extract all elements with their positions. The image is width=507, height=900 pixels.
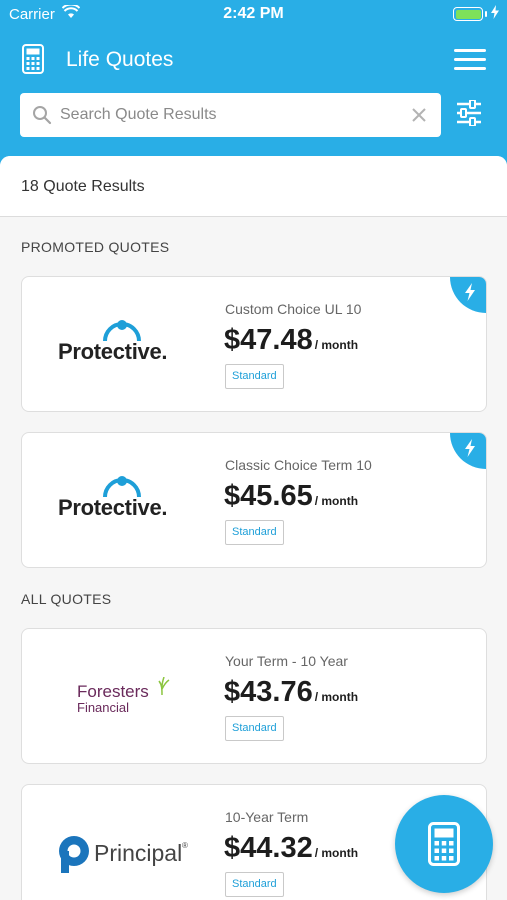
rating-badge: Standard bbox=[225, 716, 284, 741]
section-title-all: ALL QUOTES bbox=[21, 591, 112, 607]
lightning-icon bbox=[465, 439, 475, 457]
quote-card[interactable]: Foresters Financial Your Term - 10 Year … bbox=[21, 628, 487, 764]
rating-badge: Standard bbox=[225, 872, 284, 897]
foresters-logo: Foresters Financial bbox=[22, 629, 222, 763]
quote-card[interactable]: Protective. Custom Choice UL 10 $47.48/ … bbox=[21, 276, 487, 412]
hamburger-menu-icon[interactable] bbox=[454, 49, 486, 71]
calculator-icon[interactable] bbox=[22, 44, 44, 79]
registered-mark: ® bbox=[182, 841, 188, 850]
monthly-price: $45.65 bbox=[224, 480, 313, 512]
principal-logo: Principal ® bbox=[22, 785, 222, 900]
price-row: $47.48/ month bbox=[224, 324, 358, 357]
rating-badge: Standard bbox=[225, 364, 284, 389]
monthly-price: $44.32 bbox=[224, 832, 313, 864]
quote-card[interactable]: Protective. Classic Choice Term 10 $45.6… bbox=[21, 432, 487, 568]
company-name: Foresters bbox=[77, 682, 149, 701]
plan-name: Custom Choice UL 10 bbox=[225, 301, 362, 317]
charging-icon bbox=[491, 5, 499, 23]
protective-logo: Protective. bbox=[22, 277, 222, 411]
price-row: $45.65/ month bbox=[224, 480, 358, 513]
protective-logo: Protective. bbox=[22, 433, 222, 567]
plan-name: Classic Choice Term 10 bbox=[225, 457, 372, 473]
search-icon bbox=[32, 105, 52, 130]
plan-name: Your Term - 10 Year bbox=[225, 653, 348, 669]
price-period: / month bbox=[314, 846, 359, 860]
status-bar: Carrier 2:42 PM bbox=[0, 0, 507, 30]
results-count: 18 Quote Results bbox=[0, 156, 507, 217]
company-name: Protective. bbox=[58, 339, 168, 364]
sprout-icon bbox=[158, 677, 170, 695]
battery-icon bbox=[453, 7, 483, 21]
lightning-icon bbox=[465, 283, 475, 301]
filter-sliders-icon[interactable] bbox=[455, 99, 483, 131]
promoted-flag bbox=[450, 277, 486, 313]
calculator-icon bbox=[428, 822, 460, 866]
principal-mark-icon bbox=[59, 836, 89, 873]
clear-search-icon[interactable] bbox=[411, 107, 427, 128]
status-time: 2:42 PM bbox=[223, 5, 284, 22]
company-subname: Financial bbox=[77, 700, 130, 715]
monthly-price: $47.48 bbox=[224, 324, 313, 356]
company-name: Principal bbox=[94, 840, 183, 866]
price-period: / month bbox=[314, 494, 359, 508]
search-bar bbox=[20, 93, 441, 137]
section-title-promoted: PROMOTED QUOTES bbox=[21, 239, 170, 255]
company-name: Protective. bbox=[58, 495, 168, 520]
plan-name: 10-Year Term bbox=[225, 809, 309, 825]
app-title: Life Quotes bbox=[66, 48, 174, 71]
price-period: / month bbox=[314, 690, 359, 704]
calculator-fab[interactable] bbox=[395, 795, 493, 893]
app-header: Carrier 2:42 PM Life Quotes bbox=[0, 0, 507, 175]
search-input[interactable] bbox=[60, 93, 390, 137]
rating-badge: Standard bbox=[225, 520, 284, 545]
monthly-price: $43.76 bbox=[224, 676, 313, 708]
price-period: / month bbox=[314, 338, 359, 352]
price-row: $44.32/ month bbox=[224, 832, 358, 865]
promoted-flag bbox=[450, 433, 486, 469]
price-row: $43.76/ month bbox=[224, 676, 358, 709]
battery-cap bbox=[485, 11, 487, 17]
